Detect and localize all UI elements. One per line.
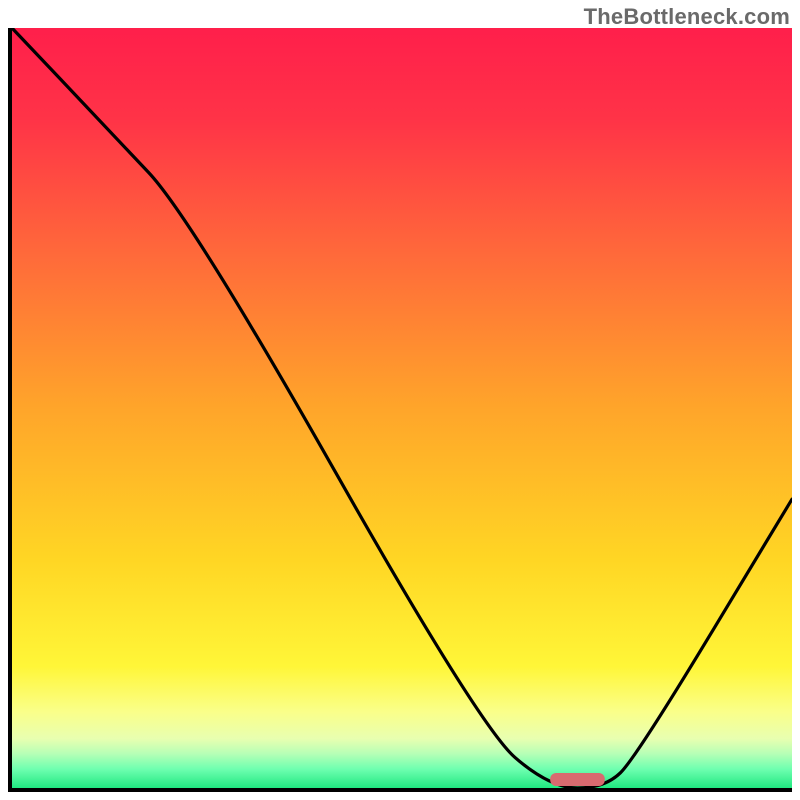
chart-container: TheBottleneck.com (0, 0, 800, 800)
watermark-text: TheBottleneck.com (584, 4, 790, 30)
plot-area (12, 28, 792, 788)
optimal-marker (12, 28, 792, 788)
